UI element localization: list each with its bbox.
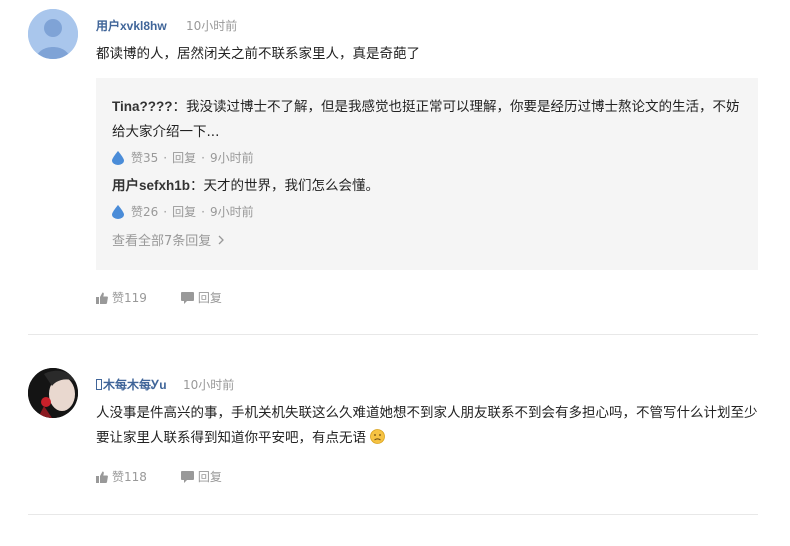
separator-dot: · [201, 204, 205, 219]
comment-actions: 赞119 回复 [96, 289, 222, 306]
reply-like-count[interactable]: 赞26 [131, 203, 158, 220]
reply-text: ：我没读过博士不了解，但是我感觉也挺正常可以理解，你要是经历过博士熬论文的生活，… [112, 99, 740, 140]
reply-item: 用户sefxh1b：天才的世界，我们怎么会懂。 [112, 173, 742, 199]
separator-dot: · [163, 204, 168, 219]
username-text: 木每木每Ꭹu [103, 378, 167, 392]
comment-text: 人没事是件高兴的事，手机关机失联这么久难道她想不到家人朋友联系不到会有多担心吗，… [96, 401, 758, 451]
reply-label: 回复 [197, 291, 222, 305]
comment-time: 10小时前 [186, 19, 238, 33]
avatar[interactable] [28, 9, 78, 59]
comment-time: 10小时前 [183, 378, 235, 392]
username[interactable]: 用户xvkl8hw [96, 17, 167, 34]
comment-text: 都读博的人，居然闭关之前不联系家里人，真是奇葩了 [96, 46, 420, 62]
like-button[interactable]: 赞118 [96, 468, 147, 485]
like-button[interactable]: 赞119 [96, 289, 147, 306]
divider [28, 514, 758, 515]
reply-button[interactable]: 回复 [180, 289, 222, 306]
comment-actions: 赞118 回复 [96, 468, 222, 485]
reply-author[interactable]: 用户sefxh1b [112, 178, 190, 193]
reply-meta: 赞35 · 回复 · 9小时前 [112, 149, 254, 166]
comment-item: 木每木每Ꭹu 10小时前 人没事是件高兴的事，手机关机失联这么久难道她想不到家人… [0, 335, 790, 515]
reply-button[interactable]: 回复 [172, 203, 196, 220]
reply-button[interactable]: 回复 [180, 468, 222, 485]
view-all-replies-link[interactable]: 查看全部7条回复 [112, 230, 225, 249]
reply-text: ：天才的世界，我们怎么会懂。 [190, 178, 380, 194]
reply-like-count[interactable]: 赞35 [131, 149, 158, 166]
comment-text-content: 人没事是件高兴的事，手机关机失联这么久难道她想不到家人朋友联系不到会有多担心吗，… [96, 405, 758, 446]
comment-item: 用户xvkl8hw 10小时前 都读博的人，居然闭关之前不联系家里人，真是奇葩了… [0, 0, 790, 335]
reply-time: 9小时前 [209, 205, 254, 219]
thumbs-up-icon [96, 471, 108, 483]
separator-dot: · [163, 150, 168, 165]
reply-button[interactable]: 回复 [172, 149, 196, 166]
comment-bubble-icon [180, 291, 194, 304]
like-count: 赞119 [112, 291, 147, 305]
separator-dot: · [201, 150, 205, 165]
missing-glyph-icon [96, 379, 102, 390]
water-drop-icon[interactable] [112, 204, 124, 219]
reply-author[interactable]: Tina???? [112, 99, 173, 114]
view-all-label: 查看全部7条回复 [112, 234, 212, 249]
avatar[interactable] [28, 368, 78, 418]
reply-label: 回复 [197, 470, 222, 484]
username[interactable]: 木每木每Ꭹu [96, 376, 167, 393]
comment-bubble-icon [180, 470, 194, 483]
sad-face-emoji [370, 428, 386, 444]
reply-meta: 赞26 · 回复 · 9小时前 [112, 203, 254, 220]
reply-list: Tina????：我没读过博士不了解，但是我感觉也挺正常可以理解，你要是经历过博… [96, 78, 758, 270]
like-count: 赞118 [112, 470, 147, 484]
thumbs-up-icon [96, 292, 108, 304]
water-drop-icon[interactable] [112, 150, 124, 165]
reply-item: Tina????：我没读过博士不了解，但是我感觉也挺正常可以理解，你要是经历过博… [112, 94, 742, 145]
reply-time: 9小时前 [209, 151, 254, 165]
chevron-right-icon [218, 235, 225, 245]
